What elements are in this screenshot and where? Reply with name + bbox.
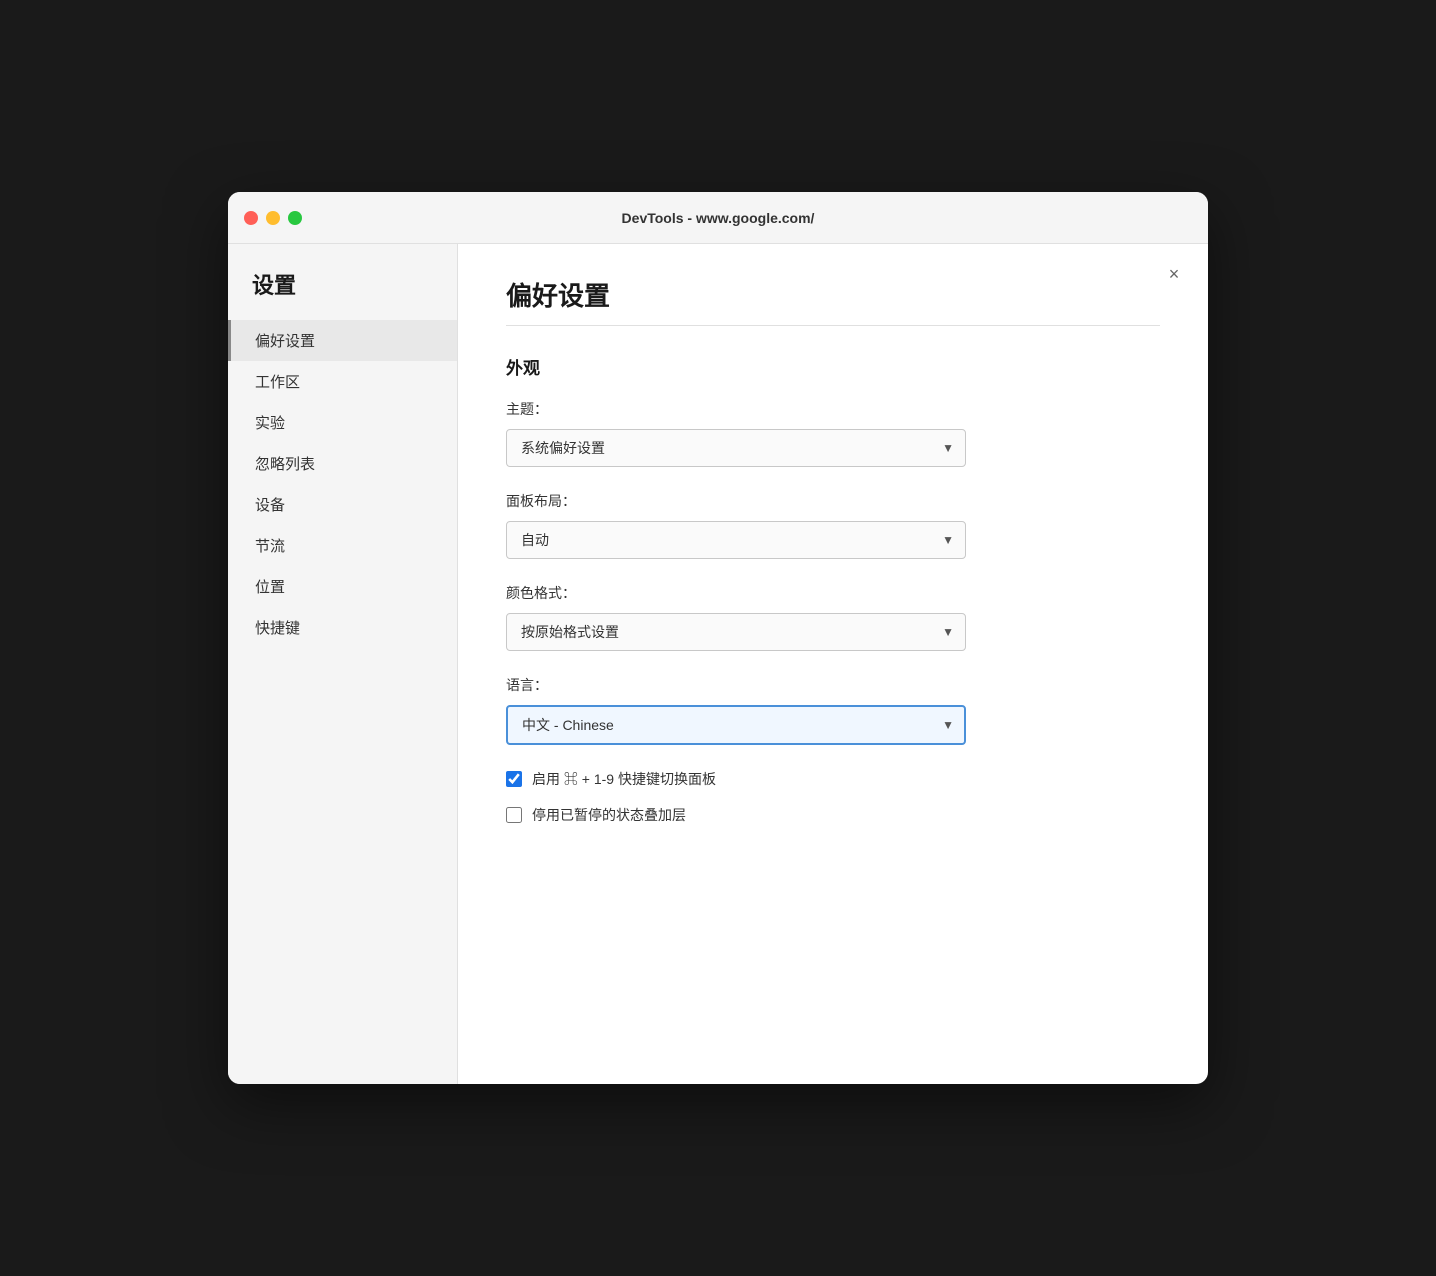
section-appearance-title: 外观 — [506, 354, 1160, 379]
sidebar-item-shortcuts[interactable]: 快捷键 — [228, 607, 457, 648]
sidebar-heading: 设置 — [228, 268, 457, 320]
sidebar-item-experiments[interactable]: 实验 — [228, 402, 457, 443]
language-group: 语言： 中文 - Chinese English 日本語 한국어 Deutsch… — [506, 675, 1160, 745]
theme-select[interactable]: 系统偏好设置 浅色 深色 — [506, 429, 966, 467]
language-select-wrapper: 中文 - Chinese English 日本語 한국어 Deutsch Fra… — [506, 705, 966, 745]
color-format-label: 颜色格式： — [506, 583, 1160, 603]
panel-layout-group: 面板布局： 自动 水平 垂直 ▼ — [506, 491, 1160, 559]
language-label: 语言： — [506, 675, 1160, 695]
content-area: 设置 偏好设置 工作区 实验 忽略列表 设备 节流 位置 快捷 — [228, 244, 1208, 1084]
color-format-select-wrapper: 按原始格式设置 HEX RGB HSL ▼ — [506, 613, 966, 651]
main-content: × 偏好设置 外观 主题： 系统偏好设置 浅色 深色 ▼ 面板布局： — [458, 244, 1208, 1084]
sidebar-item-locations[interactable]: 位置 — [228, 566, 457, 607]
window-controls — [244, 211, 302, 225]
sidebar-item-ignore-list[interactable]: 忽略列表 — [228, 443, 457, 484]
color-format-select[interactable]: 按原始格式设置 HEX RGB HSL — [506, 613, 966, 651]
window-title: DevTools - www.google.com/ — [622, 210, 815, 226]
sidebar-item-throttling[interactable]: 节流 — [228, 525, 457, 566]
sidebar-item-devices[interactable]: 设备 — [228, 484, 457, 525]
panel-layout-label: 面板布局： — [506, 491, 1160, 511]
panel-layout-select-wrapper: 自动 水平 垂直 ▼ — [506, 521, 966, 559]
color-format-group: 颜色格式： 按原始格式设置 HEX RGB HSL ▼ — [506, 583, 1160, 651]
overlay-checkbox-label[interactable]: 停用已暂停的状态叠加层 — [532, 805, 686, 825]
maximize-window-button[interactable] — [288, 211, 302, 225]
shortcut-checkbox-group: 启用 ⌘ + 1-9 快捷键切换面板 — [506, 769, 1160, 789]
close-window-button[interactable] — [244, 211, 258, 225]
titlebar: DevTools - www.google.com/ — [228, 192, 1208, 244]
language-select[interactable]: 中文 - Chinese English 日本語 한국어 Deutsch Fra… — [506, 705, 966, 745]
theme-group: 主题： 系统偏好设置 浅色 深色 ▼ — [506, 399, 1160, 467]
panel-layout-select[interactable]: 自动 水平 垂直 — [506, 521, 966, 559]
sidebar: 设置 偏好设置 工作区 实验 忽略列表 设备 节流 位置 快捷 — [228, 244, 458, 1084]
overlay-checkbox[interactable] — [506, 807, 522, 823]
page-title: 偏好设置 — [506, 276, 1160, 313]
devtools-window: DevTools - www.google.com/ 设置 偏好设置 工作区 实… — [228, 192, 1208, 1084]
shortcut-checkbox-label[interactable]: 启用 ⌘ + 1-9 快捷键切换面板 — [532, 769, 716, 789]
sidebar-item-preferences[interactable]: 偏好设置 — [228, 320, 457, 361]
shortcut-checkbox[interactable] — [506, 771, 522, 787]
sidebar-item-workspace[interactable]: 工作区 — [228, 361, 457, 402]
close-settings-button[interactable]: × — [1160, 260, 1188, 288]
theme-select-wrapper: 系统偏好设置 浅色 深色 ▼ — [506, 429, 966, 467]
overlay-checkbox-group: 停用已暂停的状态叠加层 — [506, 805, 1160, 825]
minimize-window-button[interactable] — [266, 211, 280, 225]
divider — [506, 325, 1160, 326]
theme-label: 主题： — [506, 399, 1160, 419]
